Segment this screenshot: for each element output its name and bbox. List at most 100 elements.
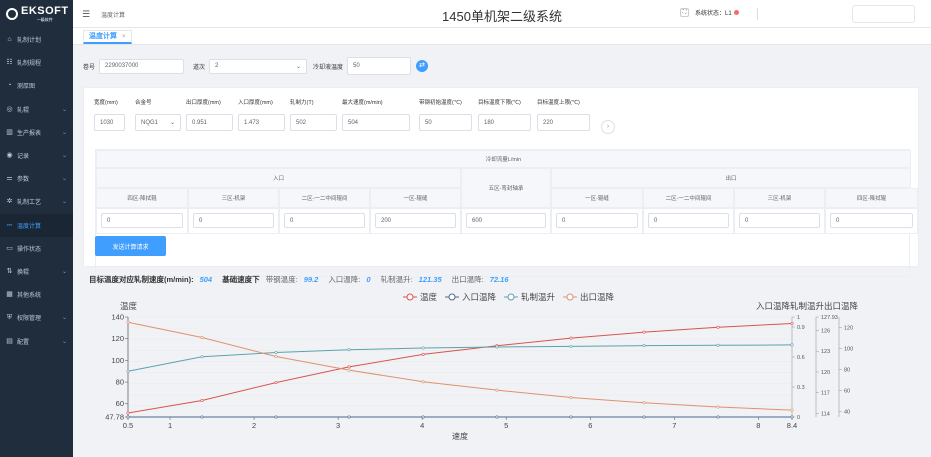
sidebar-item-2[interactable]: ◔ 测厚图 [0, 74, 73, 97]
data-point[interactable] [421, 415, 425, 419]
data-point[interactable] [421, 380, 425, 384]
strip-temp-value: 99.2 [303, 275, 319, 284]
data-point[interactable] [126, 415, 130, 419]
flow-input[interactable]: 0 [830, 213, 913, 228]
legend-marker-icon[interactable] [507, 293, 515, 301]
right-tick-label: 120 [844, 326, 853, 332]
sidebar-item-12[interactable]: ⛨ 权限管理 ⌄ [0, 306, 73, 329]
data-point[interactable] [716, 343, 720, 347]
data-point[interactable] [716, 325, 720, 329]
data-point[interactable] [790, 415, 794, 419]
data-point[interactable] [347, 368, 351, 372]
data-point[interactable] [569, 396, 573, 400]
flow-input[interactable]: 200 [375, 213, 456, 228]
legend-marker-icon[interactable] [448, 293, 456, 301]
sidebar-item-5[interactable]: ◉ 记录 ⌄ [0, 144, 73, 167]
data-point[interactable] [347, 348, 351, 352]
data-point[interactable] [274, 415, 278, 419]
chevron-down-icon: ⌄ [61, 106, 67, 113]
param-input[interactable]: 1.473 [238, 114, 285, 131]
divider [757, 8, 758, 20]
coil-input[interactable]: 2290037000 [99, 58, 185, 74]
x-tick-label: 0.5 [123, 421, 133, 430]
data-point[interactable] [495, 345, 499, 349]
x-axis-title: 速度 [452, 431, 468, 441]
data-point[interactable] [200, 355, 204, 359]
tab-temperature-calc[interactable]: 温度计算 × [83, 30, 132, 44]
param-input[interactable]: 180 [478, 114, 531, 131]
confirm-button[interactable]: ⇄ [416, 60, 429, 72]
data-point[interactable] [642, 330, 646, 334]
close-icon[interactable]: × [122, 31, 126, 43]
chevron-right-icon[interactable]: › [601, 120, 615, 134]
data-point[interactable] [790, 408, 794, 412]
sidebar-item-1[interactable]: ☷ 轧制规程 [0, 51, 73, 74]
data-point[interactable] [200, 398, 204, 402]
user-menu[interactable] [852, 5, 915, 23]
fullscreen-icon[interactable]: ⛶ [680, 8, 689, 17]
data-point[interactable] [200, 336, 204, 340]
legend-marker-icon[interactable] [566, 293, 574, 301]
data-point[interactable] [569, 336, 573, 340]
data-point[interactable] [274, 354, 278, 358]
data-point[interactable] [126, 320, 130, 324]
sidebar-item-6[interactable]: ⚌ 参数 ⌄ [0, 167, 73, 190]
data-point[interactable] [569, 344, 573, 348]
flow-input[interactable]: 0 [648, 213, 729, 228]
data-point[interactable] [200, 415, 204, 419]
flow-input[interactable]: 0 [556, 213, 638, 228]
param-input[interactable]: NQG1 ⌄ [135, 114, 181, 131]
sidebar-item-0[interactable]: ⌂ 轧制计划 [0, 28, 73, 51]
param-input[interactable]: 1030 [94, 114, 125, 131]
data-point[interactable] [495, 415, 499, 419]
flow-input[interactable]: 0 [284, 213, 365, 228]
flow-input[interactable]: 0 [101, 213, 183, 228]
sidebar-item-3[interactable]: ◎ 轧辊 ⌄ [0, 98, 73, 121]
sidebar-item-label: 温度计算 [17, 223, 42, 230]
sidebar-item-11[interactable]: ▦ 其他系统 [0, 283, 73, 306]
data-point[interactable] [274, 381, 278, 385]
sidebar-item-9[interactable]: ▭ 操作状态 [0, 237, 73, 260]
data-point[interactable] [347, 365, 351, 369]
param-input[interactable]: 0.951 [186, 114, 233, 131]
data-point[interactable] [569, 415, 573, 419]
flow-input[interactable]: 0 [193, 213, 274, 228]
data-point[interactable] [790, 322, 794, 326]
right-tick-label: 114 [821, 412, 830, 418]
data-point[interactable] [126, 369, 130, 373]
data-point[interactable] [495, 388, 499, 392]
legend-marker-icon[interactable] [406, 293, 414, 301]
x-tick-label: 8 [756, 421, 760, 430]
data-point[interactable] [274, 351, 278, 355]
data-point[interactable] [421, 346, 425, 350]
data-point[interactable] [716, 405, 720, 409]
flow-input[interactable]: 600 [466, 213, 546, 228]
data-point[interactable] [642, 401, 646, 405]
sidebar-item-4[interactable]: ▥ 生产报表 ⌄ [0, 121, 73, 144]
chevron-down-icon: ⌄ [61, 338, 67, 345]
data-point[interactable] [421, 352, 425, 356]
param-input[interactable]: 504 [342, 114, 410, 131]
right-axis-title: 入口温降轧制温升出口温降 [756, 301, 859, 311]
data-point[interactable] [790, 343, 794, 347]
data-point[interactable] [642, 344, 646, 348]
data-point[interactable] [642, 415, 646, 419]
data-point[interactable] [716, 415, 720, 419]
y-tick-label: 47.78 [105, 413, 124, 422]
coolant-input[interactable]: 50 [347, 57, 412, 75]
flow-value: 0 [654, 217, 658, 224]
sidebar-item-8[interactable]: ⎓ 温度计算 [0, 213, 73, 237]
right-tick-label: 60 [844, 389, 850, 395]
flow-input[interactable]: 0 [739, 213, 820, 228]
logo-mark-icon [6, 8, 18, 20]
sidebar-item-13[interactable]: ▤ 配置 ⌄ [0, 329, 73, 352]
data-point[interactable] [126, 411, 130, 415]
param-input[interactable]: 50 [419, 114, 472, 131]
param-input[interactable]: 220 [537, 114, 590, 131]
sidebar-item-10[interactable]: ⇅ 换辊 ⌄ [0, 260, 73, 283]
sidebar-item-7[interactable]: ✲ 轧制工艺 ⌄ [0, 190, 73, 213]
send-request-button[interactable]: 发送计算请求 [95, 236, 166, 256]
data-point[interactable] [347, 415, 351, 419]
param-input[interactable]: 502 [290, 114, 337, 131]
pass-select[interactable]: 2 ⌄ [209, 58, 308, 74]
